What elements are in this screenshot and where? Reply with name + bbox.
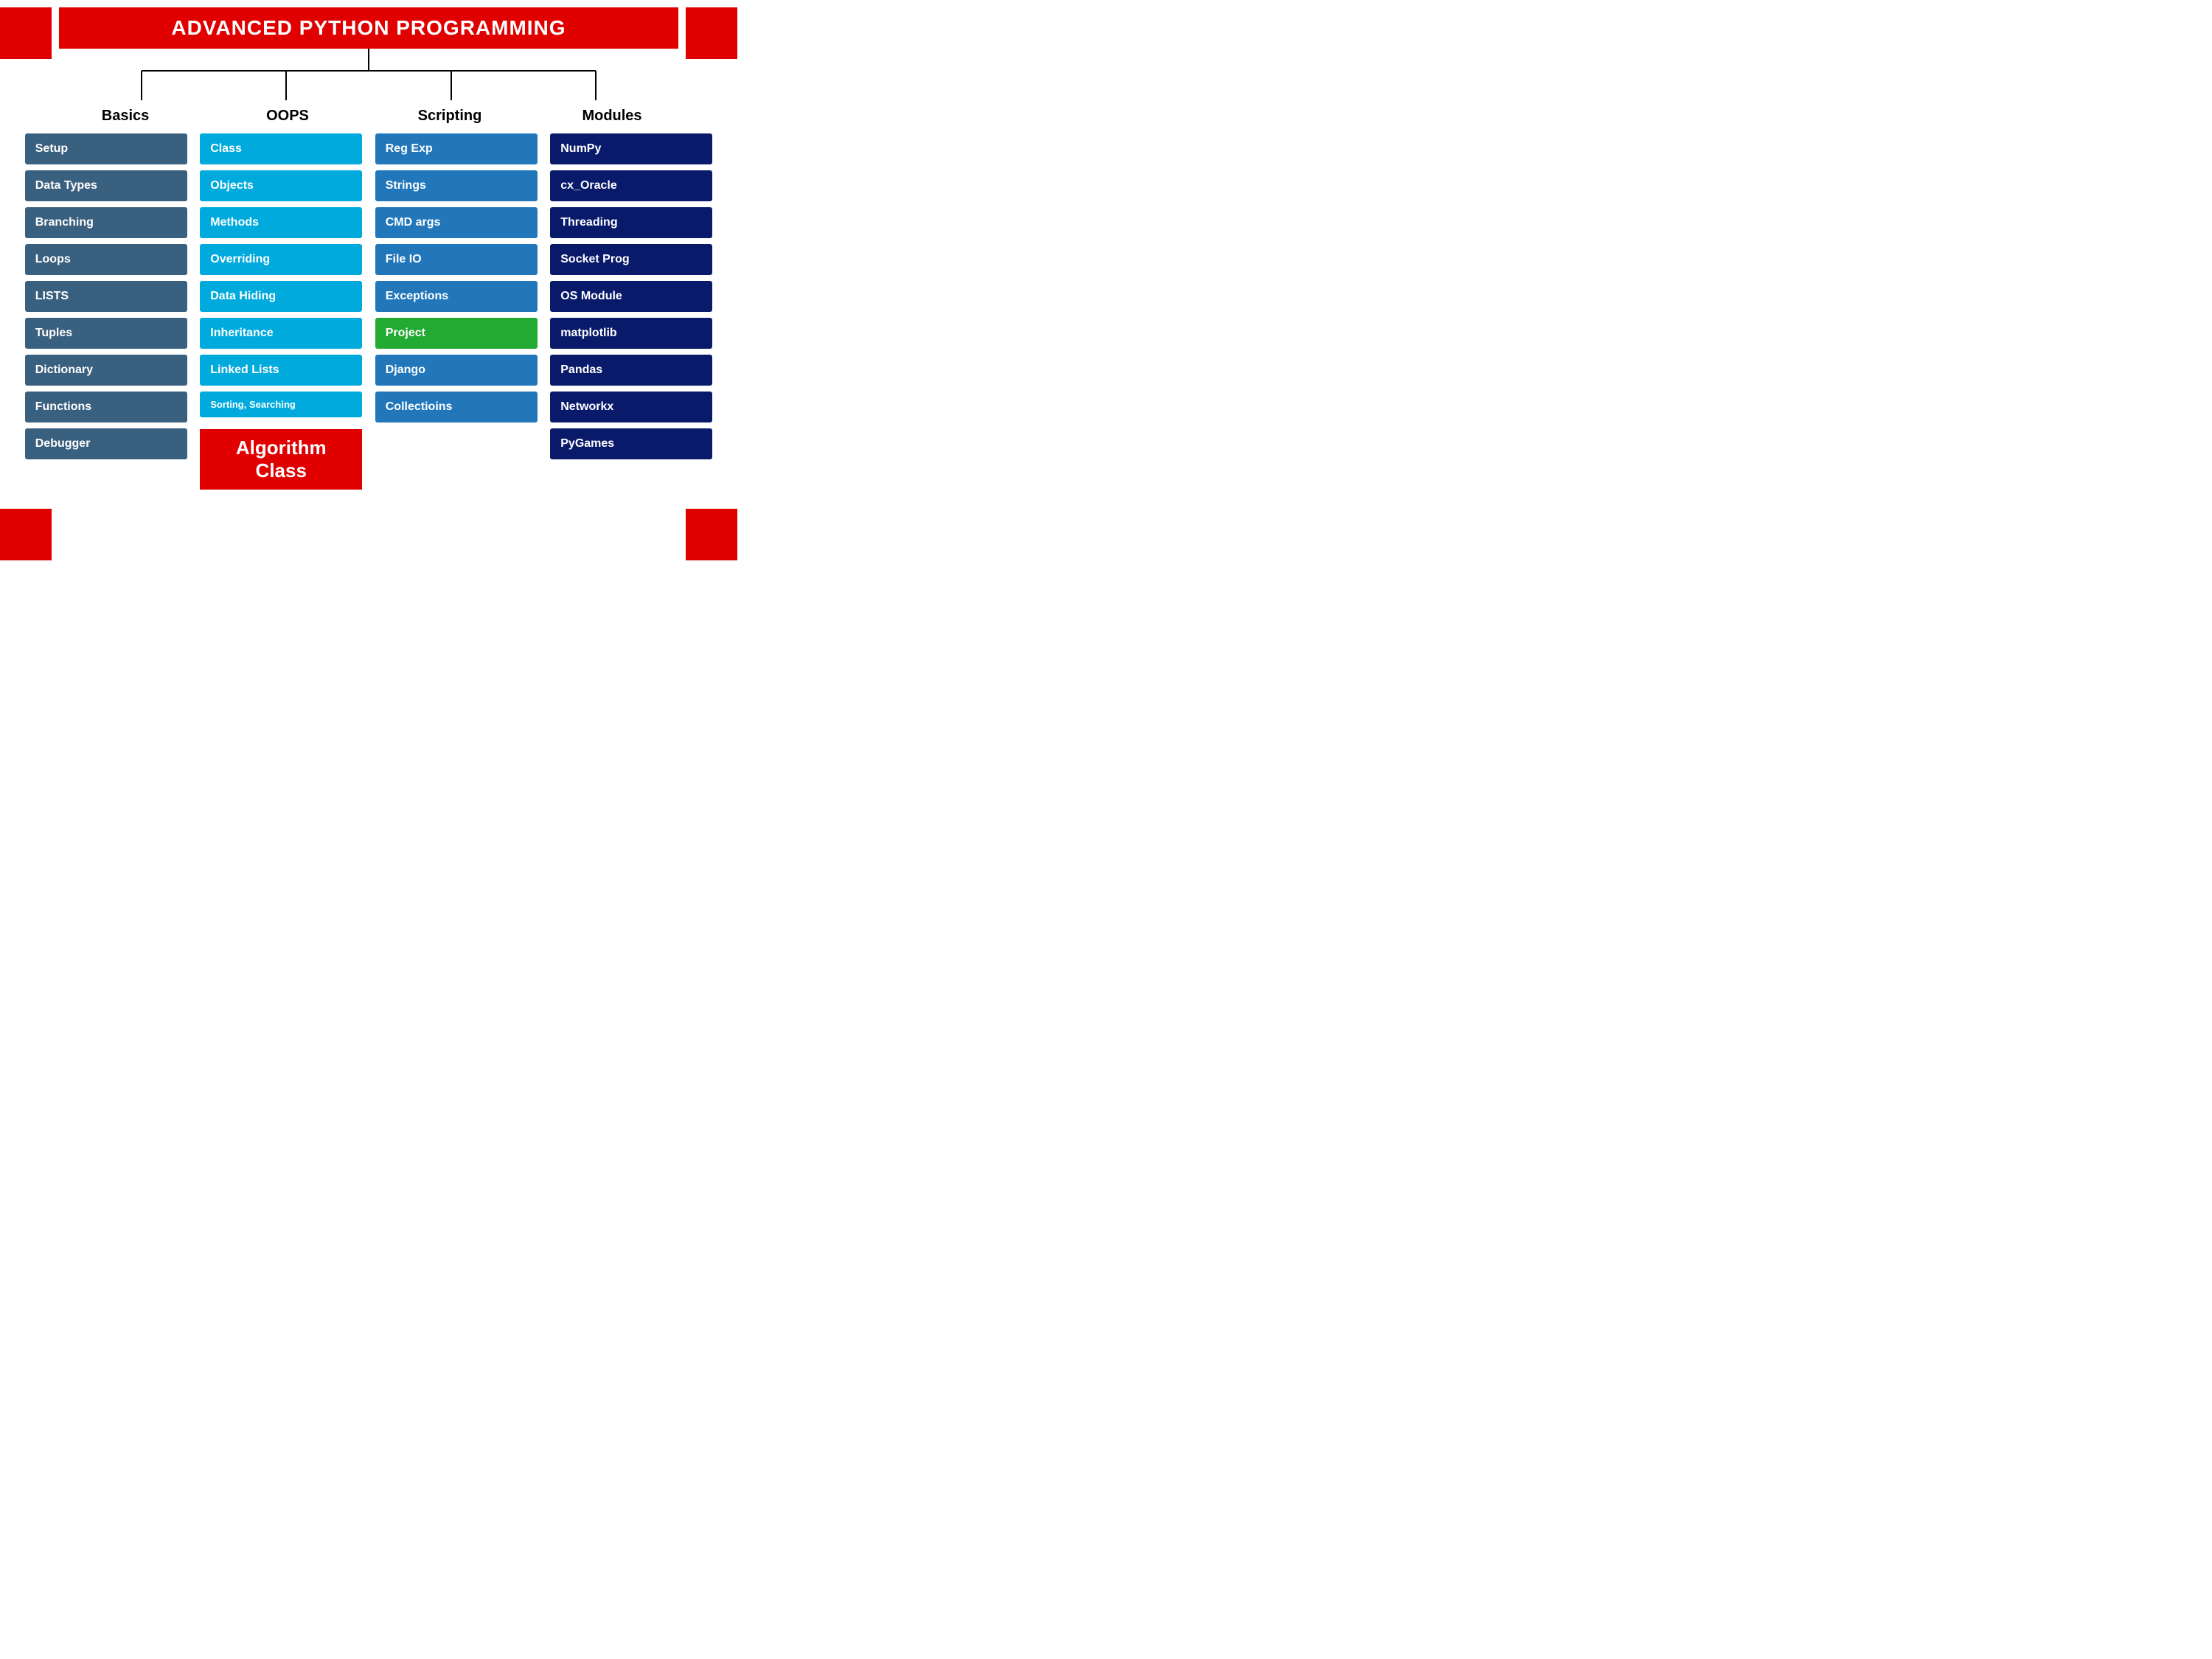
scripting-item-django[interactable]: Django bbox=[375, 355, 538, 386]
modules-item-socketprog[interactable]: Socket Prog bbox=[550, 244, 712, 275]
oops-item-objects[interactable]: Objects bbox=[200, 170, 362, 201]
page-title: ADVANCED PYTHON PROGRAMMING bbox=[59, 7, 678, 49]
modules-item-matplotlib[interactable]: matplotlib bbox=[550, 318, 712, 349]
oops-item-class[interactable]: Class bbox=[200, 133, 362, 164]
oops-item-methods[interactable]: Methods bbox=[200, 207, 362, 238]
modules-item-threading[interactable]: Threading bbox=[550, 207, 712, 238]
modules-item-numpy[interactable]: NumPy bbox=[550, 133, 712, 164]
column-headers: Basics OOPS Scripting Modules bbox=[44, 108, 693, 125]
corner-decoration-br bbox=[686, 509, 737, 560]
modules-item-networkx[interactable]: Networkx bbox=[550, 392, 712, 422]
scripting-item-project[interactable]: Project bbox=[375, 318, 538, 349]
header-modules: Modules bbox=[531, 108, 693, 125]
scripting-item-strings[interactable]: Strings bbox=[375, 170, 538, 201]
main-content: Setup Data Types Branching Loops LISTS T… bbox=[22, 133, 715, 495]
modules-item-pandas[interactable]: Pandas bbox=[550, 355, 712, 386]
tree-diagram bbox=[59, 49, 678, 108]
corner-decoration-bl bbox=[0, 509, 52, 560]
header-basics: Basics bbox=[44, 108, 206, 125]
header-oops: OOPS bbox=[206, 108, 369, 125]
scripting-item-cmdargs[interactable]: CMD args bbox=[375, 207, 538, 238]
scripting-item-exceptions[interactable]: Exceptions bbox=[375, 281, 538, 312]
header-scripting: Scripting bbox=[369, 108, 531, 125]
basics-column: Setup Data Types Branching Loops LISTS T… bbox=[25, 133, 187, 495]
basics-item-setup[interactable]: Setup bbox=[25, 133, 187, 164]
basics-item-lists[interactable]: LISTS bbox=[25, 281, 187, 312]
basics-item-loops[interactable]: Loops bbox=[25, 244, 187, 275]
algorithm-class-footer: Algorithm Class bbox=[200, 429, 362, 490]
oops-column: Class Objects Methods Overriding Data Hi… bbox=[200, 133, 362, 495]
oops-item-datahiding[interactable]: Data Hiding bbox=[200, 281, 362, 312]
oops-item-sorting[interactable]: Sorting, Searching bbox=[200, 392, 362, 417]
modules-column: NumPy cx_Oracle Threading Socket Prog OS… bbox=[550, 133, 712, 495]
basics-item-dictionary[interactable]: Dictionary bbox=[25, 355, 187, 386]
corner-decoration-tl bbox=[0, 7, 52, 59]
oops-item-overriding[interactable]: Overriding bbox=[200, 244, 362, 275]
basics-item-branching[interactable]: Branching bbox=[25, 207, 187, 238]
oops-item-linkedlists[interactable]: Linked Lists bbox=[200, 355, 362, 386]
basics-item-datatypes[interactable]: Data Types bbox=[25, 170, 187, 201]
scripting-item-collections[interactable]: Collectioins bbox=[375, 392, 538, 422]
basics-item-functions[interactable]: Functions bbox=[25, 392, 187, 422]
modules-item-cxoracle[interactable]: cx_Oracle bbox=[550, 170, 712, 201]
modules-item-pygame[interactable]: PyGames bbox=[550, 428, 712, 459]
scripting-item-regexp[interactable]: Reg Exp bbox=[375, 133, 538, 164]
basics-item-debugger[interactable]: Debugger bbox=[25, 428, 187, 459]
scripting-item-fileio[interactable]: File IO bbox=[375, 244, 538, 275]
modules-item-osmodule[interactable]: OS Module bbox=[550, 281, 712, 312]
oops-item-inheritance[interactable]: Inheritance bbox=[200, 318, 362, 349]
corner-decoration-tr bbox=[686, 7, 737, 59]
scripting-column: Reg Exp Strings CMD args File IO Excepti… bbox=[375, 133, 538, 495]
basics-item-tuples[interactable]: Tuples bbox=[25, 318, 187, 349]
